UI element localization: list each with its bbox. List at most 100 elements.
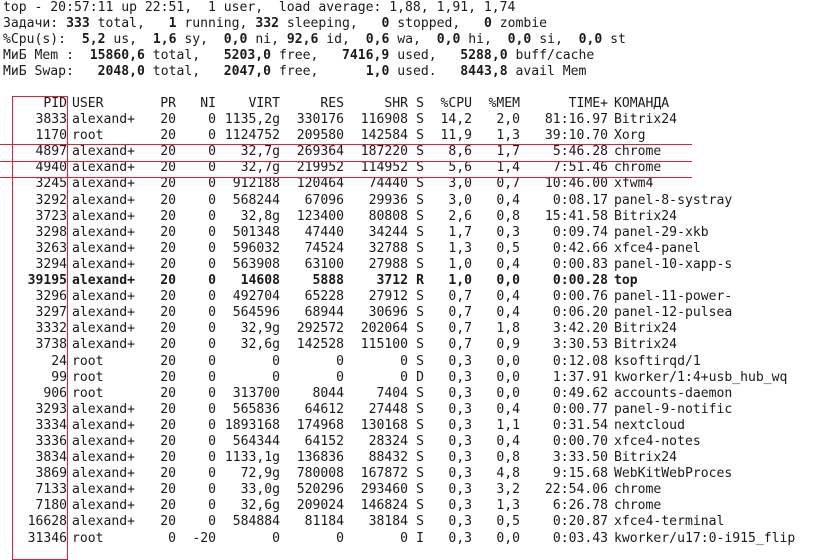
cell-shr: 116908 — [360, 112, 408, 128]
cell-res: 65228 — [304, 289, 344, 305]
process-row[interactable]: 3294 alexand+ 20 0 563908 63100 27988 S 1,0 0,4 0:… — [3, 257, 795, 273]
process-row[interactable]: 3297 alexand+ 20 0 564596 68944 30696 S 0,7 0,4 0:… — [3, 305, 795, 321]
process-row[interactable]: 24 root 20 0 0 0 0 S 0,3 0,0 0:12.08 ksoftirqd/1 — [3, 354, 795, 370]
col-command[interactable]: КОМАНДА — [608, 96, 669, 112]
col-s[interactable]: S — [408, 96, 424, 112]
process-row[interactable]: 3336 alexand+ 20 0 564344 64152 28324 S 0,3 0,4 0:… — [3, 434, 795, 450]
col-user[interactable]: USER — [67, 96, 152, 112]
tasks-line: Задачи: 333 total, 1 running, 332 sleepi… — [3, 16, 626, 32]
cell-shr: 32788 — [368, 240, 408, 256]
process-row[interactable]: 4940 alexand+ 20 0 32,7g 219952 114952 S 5,6 1,4 7… — [3, 160, 795, 176]
process-row[interactable]: 3869 alexand+ 20 0 72,9g 780008 167872 S 0,3 4,8 9… — [3, 466, 795, 482]
cell-ni: 0 — [208, 514, 216, 530]
cell-cpu: 0,3 — [448, 369, 472, 385]
cell-virt: 313700 — [232, 385, 280, 401]
cell-virt: 564344 — [232, 433, 280, 449]
process-row[interactable]: 3263 alexand+ 20 0 596032 74524 32788 S 1,3 0,5 0:… — [3, 241, 795, 257]
process-row[interactable]: 3723 alexand+ 20 0 32,8g 123400 80808 S 2,6 0,8 15… — [3, 209, 795, 225]
cell-time: 1:37.91 — [552, 369, 608, 385]
process-row[interactable]: 16628 alexand+ 20 0 584884 81184 38184 S 0,3 0,5 0… — [3, 514, 795, 530]
cell-res: 219952 — [296, 160, 344, 176]
col-virt[interactable]: VIRT — [216, 96, 280, 112]
process-row[interactable]: 3834 alexand+ 20 0 1133,1g 136836 88432 S 0,3 0,8… — [3, 450, 795, 466]
cell-pr: 20 — [160, 192, 176, 208]
cell-time: 22:54.06 — [544, 482, 608, 498]
cell-user: alexand+ — [72, 498, 136, 514]
cell-user: root — [72, 530, 104, 546]
cell-mem: 4,8 — [496, 466, 520, 482]
cell-virt: 1893168 — [224, 417, 280, 433]
process-row[interactable]: 906 root 20 0 313700 8044 7404 S 0,3 0,0 0:49.62 ac… — [3, 386, 795, 402]
col-ni[interactable]: NI — [176, 96, 216, 112]
process-row[interactable]: 31346 root 0 -20 0 0 0 I 0,3 0,0 0:03.43 kworker/u1… — [3, 530, 796, 547]
cell-mem: 1,8 — [496, 321, 520, 337]
cell-shr: 0 — [400, 530, 408, 546]
cell-cpu: 5,6 — [448, 160, 472, 176]
cell-shr: 202064 — [360, 321, 408, 337]
process-row[interactable]: 3833 alexand+ 20 0 1135,2g 330176 116908 S 14,2 2… — [3, 112, 795, 128]
process-row[interactable]: 4897 alexand+ 20 0 32,7g 269364 187220 S 8,6 1,7 5… — [3, 144, 795, 160]
cell-res: 8044 — [312, 385, 344, 401]
cell-cmd: kworker/1:4+usb_hub_wq — [614, 369, 788, 385]
summary-segment: sleeping, — [278, 16, 382, 32]
cell-pr: 20 — [160, 466, 176, 482]
summary-segment: avail Mem — [507, 64, 587, 80]
col-shr[interactable]: SHR — [344, 96, 408, 112]
process-row[interactable]: 1170 root 20 0 1124752 209580 142584 S 11,9 1,3 39… — [3, 128, 795, 144]
process-row[interactable]: 3292 alexand+ 20 0 568244 67096 29936 S 3,0 0,4 0:… — [3, 193, 795, 209]
col-cpu[interactable]: %CPU — [424, 96, 472, 112]
cell-cmd: nextcloud — [614, 417, 685, 433]
col-pr[interactable]: PR — [152, 96, 176, 112]
process-row[interactable]: 3298 alexand+ 20 0 501348 47440 34244 S 1,7 0,3 0:… — [3, 225, 795, 241]
cell-time: 15:41.58 — [544, 208, 608, 224]
process-row[interactable]: 99 root 20 0 0 0 0 D 0,3 0,0 1:37.91 kworker/1:4+us… — [3, 370, 795, 386]
cell-res: 520296 — [296, 482, 344, 498]
cell-ni: 0 — [208, 305, 216, 321]
process-row[interactable]: 3296 alexand+ 20 0 492704 65228 27912 S 0,7 0,4 0:… — [3, 289, 795, 305]
col-res[interactable]: RES — [280, 96, 344, 112]
col-pid[interactable]: PID — [3, 96, 67, 112]
summary-segment: 0 — [483, 16, 492, 32]
summary-segment: Задачи: — [3, 16, 67, 32]
cell-cpu: 1,7 — [448, 224, 472, 240]
process-row[interactable]: 3334 alexand+ 20 0 1893168 174968 130168 S 0,3 1,… — [3, 418, 795, 434]
process-row[interactable]: 3245 alexand+ 20 0 912188 120464 74440 S 3,0 0,7 1… — [3, 176, 795, 192]
cell-user: root — [72, 385, 104, 401]
summary-segment: total, — [144, 64, 224, 80]
process-row[interactable]: 3332 alexand+ 20 0 32,9g 292572 202064 S 0,7 1,8 3… — [3, 321, 795, 337]
cell-mem: 1,3 — [496, 128, 520, 144]
summary-segment: st — [602, 32, 626, 48]
cell-pr: 20 — [160, 128, 176, 144]
summary-segment: 1,6 — [152, 32, 177, 48]
cell-mem: 2,0 — [496, 112, 520, 128]
cell-shr: 142584 — [360, 128, 408, 144]
cell-cmd: panel-11-power- — [614, 289, 733, 305]
cell-cmd: chrome — [614, 482, 662, 498]
cell-cmd: xfce4-notes — [614, 433, 701, 449]
cell-ni: 0 — [208, 482, 216, 498]
cell-virt: 1124752 — [224, 128, 280, 144]
cell-cmd: xfce4-terminal — [614, 514, 725, 530]
col-time[interactable]: TIME+ — [520, 96, 608, 112]
cell-s: S — [416, 482, 424, 498]
summary-segment: stopped, — [389, 16, 484, 32]
cell-virt: 1133,1g — [224, 450, 280, 466]
process-row[interactable]: 7133 alexand+ 20 0 33,0g 520296 293460 S 0,3 3,2 2… — [3, 482, 795, 498]
cell-cmd: accounts-daemon — [614, 385, 733, 401]
cell-mem: 0,8 — [496, 208, 520, 224]
process-row[interactable]: 3293 alexand+ 20 0 565836 64612 27448 S 0,3 0,4 0:… — [3, 402, 795, 418]
summary-segment: buff/cache — [507, 48, 595, 64]
cell-res: 209580 — [296, 128, 344, 144]
cell-user: alexand+ — [72, 321, 136, 337]
cell-mem: 0,7 — [496, 176, 520, 192]
col-mem[interactable]: %MEM — [472, 96, 520, 112]
cell-res: 68944 — [304, 305, 344, 321]
cell-virt: 32,9g — [240, 321, 280, 337]
process-row[interactable]: 3738 alexand+ 20 0 32,6g 142528 115100 S 0,7 0,9 3… — [3, 337, 795, 353]
cell-virt: 563908 — [232, 256, 280, 272]
summary-segment: 333 — [66, 16, 90, 32]
summary-segment: ni, — [247, 32, 287, 48]
process-row[interactable]: 7180 alexand+ 20 0 32,6g 209024 146824 S 0,3 1,3 6… — [3, 498, 795, 514]
process-row[interactable]: 39195 alexand+ 20 0 14608 5888 3712 R 1,0 0,0 0:00… — [3, 273, 795, 289]
cell-res: 0 — [336, 353, 344, 369]
